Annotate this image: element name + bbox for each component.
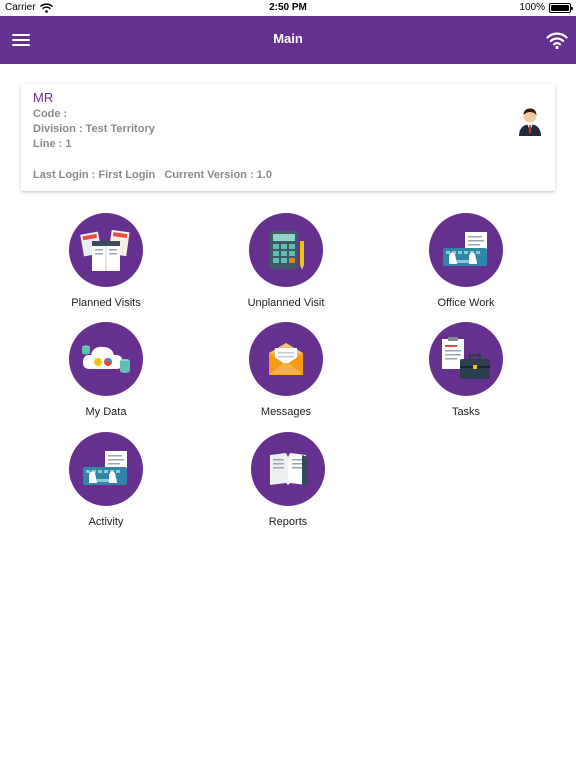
planned-visits-tile[interactable]: Planned Visits [46, 213, 166, 309]
page-title: Main [273, 31, 303, 46]
keyboard-typing-icon [83, 451, 127, 485]
my-data-label: My Data [85, 406, 127, 418]
reports-tile[interactable]: Reports [228, 432, 348, 528]
status-right: 100% [519, 2, 573, 13]
battery-icon [549, 2, 573, 13]
tasks-tile[interactable]: Tasks [406, 322, 526, 418]
activity-circle [69, 432, 143, 506]
office-work-circle [429, 213, 503, 287]
reports-label: Reports [268, 516, 308, 528]
user-info-card: MR Code : Division : Test Territory Line… [21, 84, 555, 191]
battery-percent: 100% [519, 2, 545, 13]
cloud-data-icon [82, 345, 130, 373]
battery-fill [551, 4, 569, 11]
unplanned-visit-label: Unplanned Visit [247, 297, 325, 309]
open-book-icon [270, 453, 308, 487]
reports-circle [251, 432, 325, 506]
office-work-label: Office Work [437, 297, 495, 309]
envelope-icon [269, 343, 303, 375]
messages-label: Messages [260, 406, 312, 418]
calculator-icon [270, 231, 304, 270]
my-data-tile[interactable]: My Data [46, 322, 166, 418]
login-info: Last Login : First Login Current Version… [33, 169, 272, 181]
planned-visits-label: Planned Visits [71, 297, 141, 309]
user-code: Code : [33, 108, 68, 120]
activity-tile[interactable]: Activity [46, 432, 166, 528]
messages-tile[interactable]: Messages [226, 322, 346, 418]
unplanned-visit-circle [249, 213, 323, 287]
calendar-planner-icon [80, 229, 130, 271]
my-data-circle [69, 322, 143, 396]
planned-visits-circle [69, 213, 143, 287]
hamburger-menu-icon[interactable] [12, 32, 30, 48]
wifi-icon[interactable] [546, 29, 568, 51]
briefcase-clipboard-icon [442, 337, 490, 379]
user-avatar-icon [519, 108, 541, 136]
unplanned-visit-tile[interactable]: Unplanned Visit [226, 213, 346, 309]
status-bar: Carrier 2:50 PM 100% [0, 0, 576, 16]
messages-circle [249, 322, 323, 396]
navigation-bar: Main [0, 16, 576, 64]
user-line: Line : 1 [33, 138, 72, 150]
activity-label: Activity [88, 516, 124, 528]
keyboard-typing-icon [443, 232, 487, 266]
tasks-label: Tasks [451, 406, 481, 418]
user-division: Division : Test Territory [33, 123, 155, 135]
user-role: MR [33, 90, 54, 105]
tasks-circle [429, 322, 503, 396]
status-time: 2:50 PM [269, 2, 307, 13]
office-work-tile[interactable]: Office Work [406, 213, 526, 309]
